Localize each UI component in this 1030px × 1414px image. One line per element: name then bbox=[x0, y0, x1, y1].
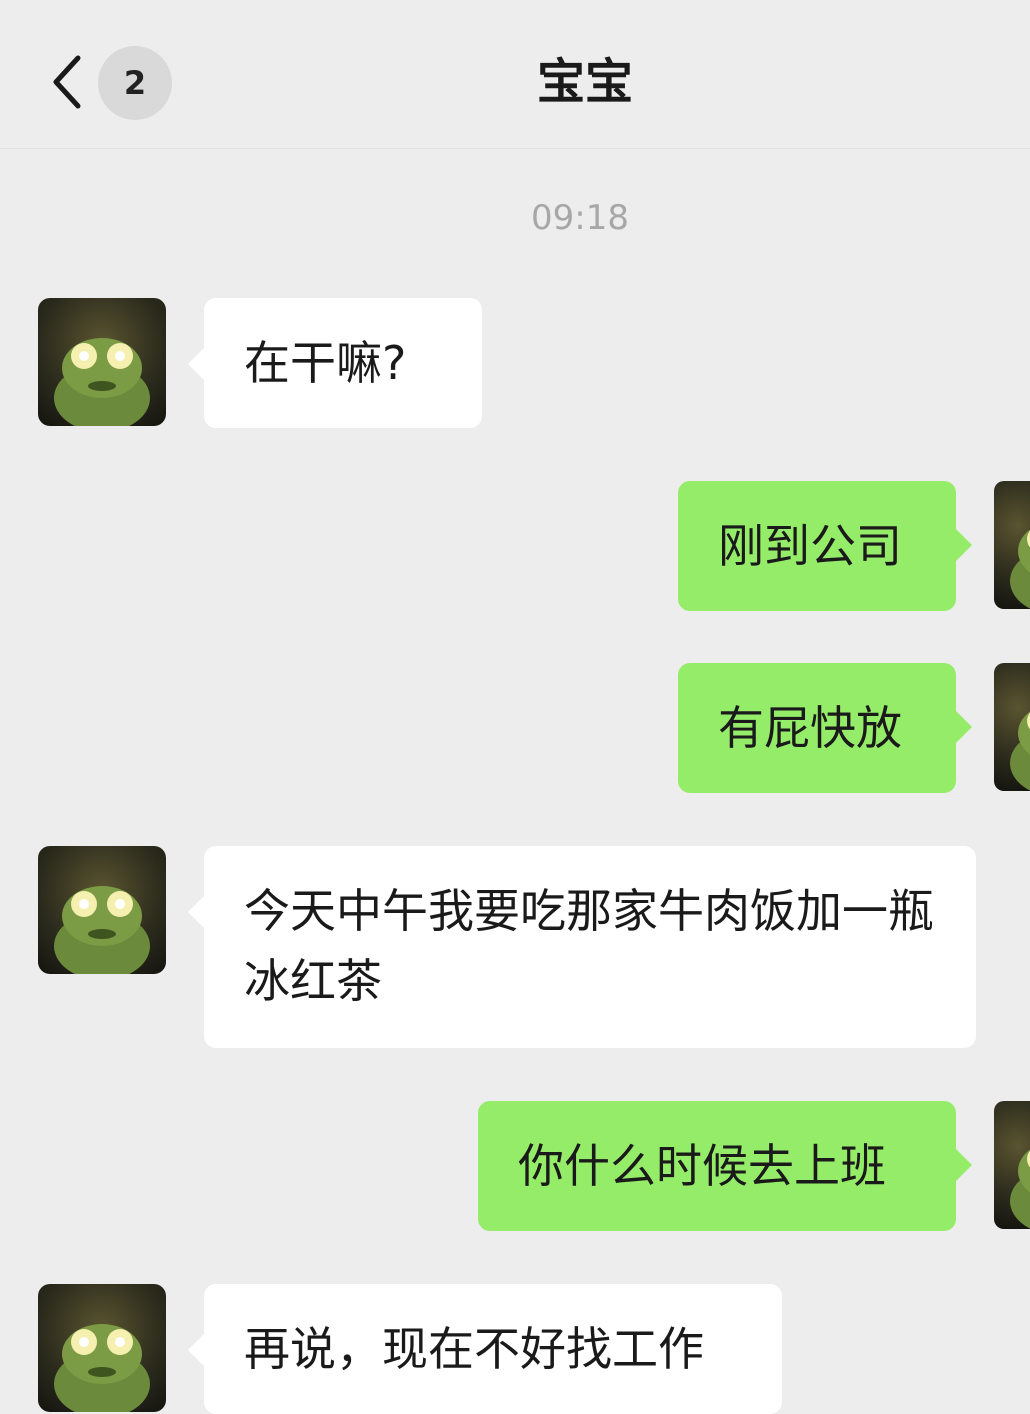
frog-avatar-icon bbox=[1010, 529, 1030, 609]
message-bubble-sent[interactable]: 刚到公司 bbox=[678, 481, 972, 611]
frog-avatar-icon bbox=[54, 886, 150, 974]
frog-avatar-icon bbox=[54, 1324, 150, 1412]
message-bubble-received[interactable]: 在干嘛? bbox=[188, 298, 482, 428]
chat-title: 宝宝 bbox=[536, 54, 633, 110]
my-avatar[interactable] bbox=[994, 663, 1030, 791]
message-bubble-sent[interactable]: 有屁快放 bbox=[678, 663, 972, 793]
frog-avatar-icon bbox=[54, 338, 150, 426]
contact-avatar[interactable] bbox=[38, 846, 166, 974]
message-bubble-received[interactable]: 再说，现在不好找工作 bbox=[188, 1284, 782, 1414]
my-avatar[interactable] bbox=[994, 1101, 1030, 1229]
frog-avatar-icon bbox=[1010, 1149, 1030, 1229]
message-timestamp: 09:18 bbox=[531, 198, 629, 238]
contact-avatar[interactable] bbox=[38, 298, 166, 426]
chat-header: 2 宝宝 bbox=[0, 0, 1030, 149]
contact-avatar[interactable] bbox=[38, 1284, 166, 1412]
message-bubble-received[interactable]: 今天中午我要吃那家牛肉饭加一瓶冰红茶 bbox=[188, 846, 976, 1048]
frog-avatar-icon bbox=[1010, 711, 1030, 791]
message-bubble-sent[interactable]: 你什么时候去上班 bbox=[478, 1101, 972, 1231]
my-avatar[interactable] bbox=[994, 481, 1030, 609]
